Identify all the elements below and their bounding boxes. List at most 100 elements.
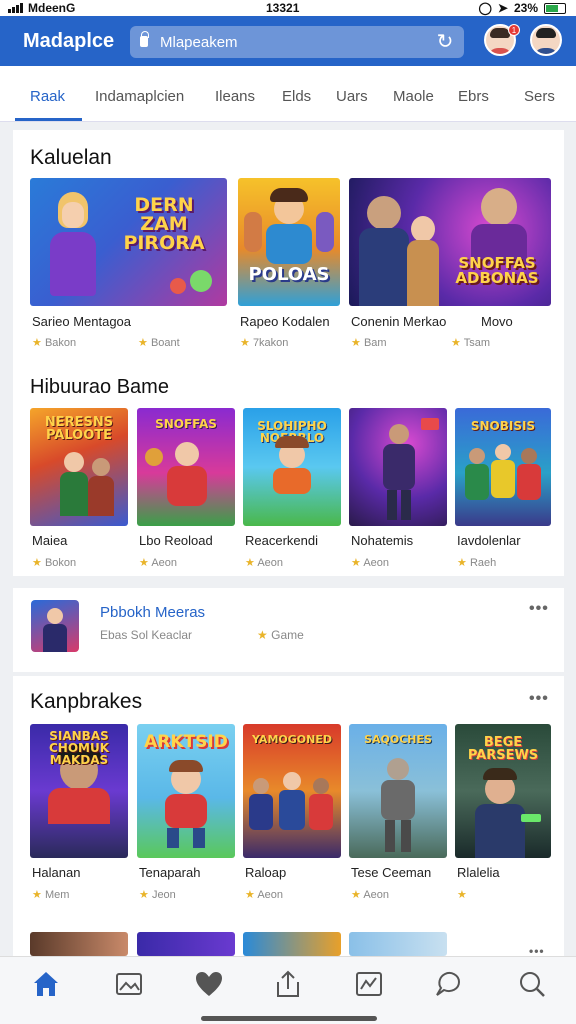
tab-7[interactable]: Sers	[524, 88, 555, 105]
game-rating: ★ 7kakon	[240, 337, 289, 349]
thumbnail-art-text: YAMOGONED	[252, 733, 332, 746]
game-card[interactable]: SAQOCHES Tese Ceeman ★ Aeon	[349, 724, 447, 904]
game-card[interactable]: SLOHIPHO NOFRBLO Reacerkendi ★ Aeon	[243, 408, 341, 578]
game-rating: ★ Mem	[32, 889, 70, 901]
signal-icon	[8, 3, 23, 13]
game-thumbnail: ARKTSID	[137, 724, 235, 858]
tab-6[interactable]: Ebrs	[458, 88, 489, 105]
game-rating: ★ Bokon	[32, 557, 77, 569]
tab-5[interactable]: Maole	[393, 88, 434, 105]
search-icon[interactable]	[517, 969, 547, 999]
avatar-profile[interactable]	[530, 24, 562, 56]
game-thumbnail: SAQOCHES	[349, 724, 447, 858]
star-icon: ★	[139, 557, 149, 569]
game-thumbnail: DERN ZAM PIRORA	[30, 178, 227, 306]
chat-icon[interactable]	[433, 969, 463, 999]
app-header: Madaplce ↻	[0, 16, 576, 66]
star-icon: ★	[457, 889, 467, 901]
section-title: Kanpbrakes	[30, 690, 143, 713]
more-options-icon[interactable]: •••	[529, 600, 549, 618]
game-title: Sarieo Mentagoa	[32, 314, 132, 329]
game-title: Maiea	[32, 533, 68, 548]
game-card[interactable]: SNOFFAS ADBONAS Conenin Merkao Movo ★ Ba…	[349, 178, 551, 360]
game-card[interactable]: POLOAS Rapeo Kodalen ★ 7kakon	[238, 178, 340, 360]
game-card[interactable]: DERN ZAM PIRORA Sarieo Mentagoa ★ Bakon …	[30, 178, 227, 360]
thumbnail-art-text: SNOBISIS	[470, 419, 536, 433]
tab-2[interactable]: Ileans	[215, 88, 255, 105]
tab-1[interactable]: Indamaplcien	[95, 88, 184, 105]
game-card[interactable]: BEGE PARSEWS Rlalelia ★	[455, 724, 551, 904]
game-card[interactable]: NERESNS PALOOTE Maiea ★ Bokon	[30, 408, 128, 578]
category-tabs: Raak Indamaplcien Ileans Elds Uars Maole…	[0, 66, 576, 122]
game-thumbnail-partial[interactable]	[137, 932, 235, 956]
game-thumbnail-partial[interactable]	[30, 932, 128, 956]
thumbnail-art-text: SAQOCHES	[364, 733, 432, 746]
game-card[interactable]: ARKTSID Tenaparah ★ Jeon	[137, 724, 235, 904]
thumbnail-art-text: SIANBAS CHOMUK MAKDAS	[48, 729, 110, 767]
game-thumbnail: YAMOGONED	[243, 724, 341, 858]
lock-icon	[140, 31, 149, 47]
list-item-title: Pbbokh Meeras	[100, 604, 206, 621]
game-title: Rapeo Kodalen	[240, 314, 330, 329]
game-card[interactable]: SNOFFAS Lbo Reoload ★ Aeon	[137, 408, 235, 578]
thumbnail-art-text: ARKTSID	[144, 732, 228, 752]
game-thumbnail: BEGE PARSEWS	[455, 724, 551, 858]
game-rating: ★ Aeon	[139, 557, 178, 569]
game-rating-secondary: ★ Tsam	[451, 337, 491, 349]
tab-0[interactable]: Raak	[30, 88, 65, 105]
game-rating: ★ Jeon	[139, 889, 176, 901]
game-thumbnail: SNOBISIS	[455, 408, 551, 526]
more-options-icon[interactable]: •••	[529, 690, 549, 708]
refresh-icon[interactable]: ↻	[434, 31, 456, 53]
star-icon: ★	[32, 337, 42, 349]
thumbnail-art-text: BEGE PARSEWS	[467, 735, 539, 763]
game-card[interactable]: SNOBISIS Iavdolenlar ★ Raeh	[455, 408, 551, 578]
section-trending: Kanpbrakes ••• SIANBAS CHOMUK MAKDAS Hal…	[13, 676, 564, 958]
search-input[interactable]	[160, 31, 420, 53]
battery-percent: 23%	[513, 1, 538, 15]
tab-3[interactable]: Elds	[282, 88, 311, 105]
share-icon[interactable]	[273, 969, 303, 999]
star-icon: ★	[245, 889, 255, 901]
star-icon: ★	[139, 889, 149, 901]
home-indicator[interactable]	[201, 1016, 377, 1021]
thumbnail-art-text: POLOAS	[248, 264, 330, 285]
star-icon: ★	[32, 889, 42, 901]
game-thumbnail: SNOFFAS ADBONAS	[349, 178, 551, 306]
game-rating: ★ Bakon	[32, 337, 77, 349]
clock: 13321	[266, 1, 300, 15]
gallery-icon[interactable]	[114, 969, 144, 999]
game-thumbnail: SLOHIPHO NOFRBLO	[243, 408, 341, 526]
game-card[interactable]: Nohatemis ★ Aeon	[349, 408, 447, 578]
thumbnail-art-text: SNOFFAS	[155, 417, 217, 431]
list-item-subtitle: Ebas Sol Keaclar	[100, 628, 193, 642]
game-title: Conenin Merkao	[351, 314, 447, 329]
game-rating: ★ Aeon	[351, 889, 390, 901]
search-bar[interactable]: ↻	[130, 26, 464, 58]
game-thumbnail: POLOAS	[238, 178, 340, 306]
active-tab-indicator	[15, 118, 82, 121]
tab-4[interactable]: Uars	[336, 88, 368, 105]
game-title: Raloap	[245, 865, 287, 880]
game-rating: ★ Aeon	[245, 557, 284, 569]
chart-icon[interactable]	[354, 969, 384, 999]
alarm-icon: ◯	[478, 1, 492, 15]
thumbnail-art-text: NERESNS PALOOTE	[44, 415, 114, 443]
location-icon: ➤	[497, 1, 508, 15]
game-thumbnail: SNOFFAS	[137, 408, 235, 526]
game-card[interactable]: SIANBAS CHOMUK MAKDAS Halanan ★ Mem	[30, 724, 128, 904]
battery-icon	[544, 2, 566, 14]
list-item[interactable]: Pbbokh Meeras Ebas Sol Keaclar ★ Game ••…	[13, 588, 564, 672]
game-icon	[31, 600, 79, 652]
home-icon[interactable]	[31, 969, 61, 999]
star-icon: ★	[257, 628, 268, 642]
game-title: Reacerkendi	[245, 533, 318, 548]
game-title: Tenaparah	[139, 865, 201, 880]
game-thumbnail-partial[interactable]	[243, 932, 341, 956]
star-icon: ★	[351, 889, 361, 901]
game-card[interactable]: YAMOGONED Raloap ★ Aeon	[243, 724, 341, 904]
star-icon: ★	[240, 337, 250, 349]
game-thumbnail-partial[interactable]	[349, 932, 447, 956]
heart-icon[interactable]	[194, 969, 224, 999]
game-title: Lbo Reoload	[139, 533, 213, 548]
